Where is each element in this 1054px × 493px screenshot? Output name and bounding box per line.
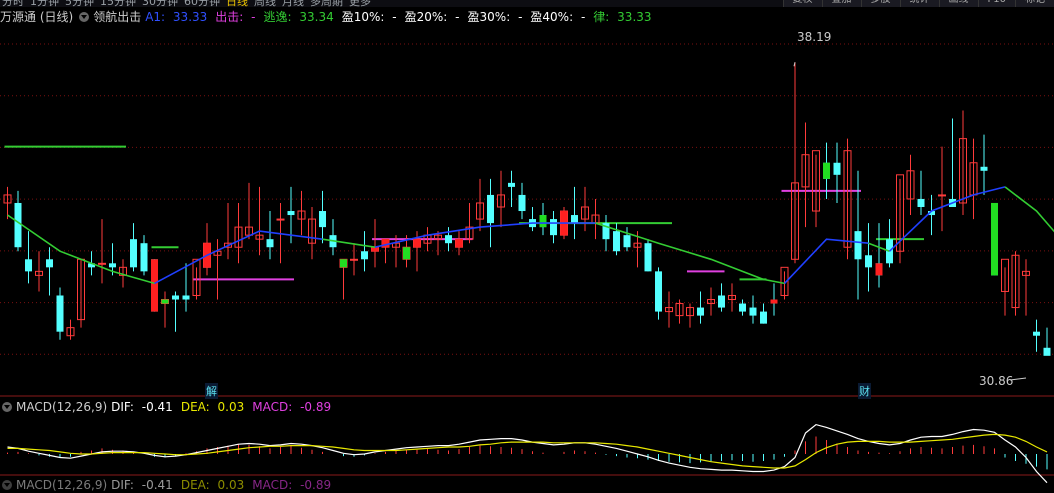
candle-body [886, 239, 893, 264]
macd-dropdown-icon[interactable] [2, 402, 12, 412]
dea-label: DEA: 0.03 [181, 400, 248, 414]
macd2-dif-value: -0.41 [141, 478, 173, 492]
ma_green_3 [595, 222, 785, 285]
candle-body [697, 307, 704, 316]
candle-body [760, 311, 767, 324]
macd-header-secondary: MACD(12,26,9) DIF: -0.41 DEA: 0.03 MACD:… [0, 477, 1054, 493]
signal-candle [161, 299, 169, 304]
macd-name[interactable]: MACD(12,26,9) [16, 400, 107, 414]
candle-body [319, 211, 326, 228]
candle-body [749, 307, 757, 316]
dif-key: DIF: [111, 400, 134, 414]
macd-value-label: MACD: -0.89 [252, 400, 335, 414]
dif-label: DIF: -0.41 [111, 400, 177, 414]
candle-body [1043, 347, 1051, 356]
macd2-dropdown-icon[interactable] [2, 480, 12, 490]
macd2-macd: MACD: -0.89 [252, 478, 335, 492]
dea-value: 0.03 [217, 400, 245, 414]
candle-body [445, 235, 452, 244]
event-marker-cai[interactable]: 财 [858, 383, 871, 399]
high-price-label: 38.19 [797, 30, 832, 44]
candle-body [130, 239, 137, 268]
event-marker-jie[interactable]: 解 [205, 383, 218, 399]
candle-body [833, 162, 841, 175]
candle-body [644, 243, 652, 272]
candle-body [508, 182, 515, 187]
candle-body [518, 194, 526, 212]
candle-body [623, 235, 631, 248]
candle-body [1033, 331, 1040, 336]
candle-body [718, 295, 725, 308]
candle-body [938, 194, 946, 197]
signal-candle [403, 247, 410, 260]
candle-body [655, 271, 662, 312]
candle-body [550, 219, 557, 236]
dea-key: DEA: [180, 400, 210, 414]
signal-candle [371, 247, 379, 252]
candle-body [917, 198, 925, 207]
dif-value: -0.41 [141, 400, 173, 414]
candle-body [854, 231, 862, 260]
low-price-label: 30.86 [979, 374, 1014, 388]
candle-body [287, 211, 295, 216]
macd2-dif: DIF: -0.41 [111, 478, 177, 492]
signal-candle [455, 239, 463, 248]
candle-body [276, 218, 285, 221]
candle-body [739, 303, 746, 312]
candle-body [980, 166, 988, 171]
macd2-macd-value: -0.89 [300, 478, 332, 492]
signal-candle [340, 259, 347, 268]
dea-line [7, 433, 1048, 469]
candle-body [98, 262, 106, 265]
macd2-dea: DEA: 0.03 [181, 478, 248, 492]
candle-body [182, 295, 190, 300]
macd2-dea-value: 0.03 [217, 478, 245, 492]
signal-candle [539, 215, 547, 228]
macd2-dea-key: DEA: [180, 478, 210, 492]
candle-body [56, 295, 64, 332]
candle-body [487, 194, 494, 224]
signal-candle [823, 162, 830, 179]
macd2-name[interactable]: MACD(12,26,9) [16, 478, 107, 492]
signal-candle [770, 299, 778, 304]
candle-body [266, 239, 274, 248]
candle-body [109, 263, 116, 268]
candle-body [865, 255, 872, 268]
signal-candle [875, 263, 883, 276]
candle-body [46, 259, 53, 268]
ma_green_5 [1004, 186, 1054, 233]
candle-body [571, 215, 578, 224]
signal-candle [151, 259, 158, 312]
macd-value: -0.89 [300, 400, 332, 414]
candle-body [14, 202, 22, 248]
macd-key: MACD: [252, 400, 293, 414]
macd-header: MACD(12,26,9) DIF: -0.41 DEA: 0.03 MACD:… [0, 399, 1054, 415]
candle-body [350, 258, 358, 261]
candle-body [25, 259, 32, 272]
candle-body [361, 251, 368, 260]
candle-body [172, 295, 179, 300]
macd2-macd-key: MACD: [252, 478, 293, 492]
signal-candle [413, 239, 421, 248]
candle-body [613, 231, 620, 252]
signal-candle [991, 202, 998, 276]
macd2-dif-key: DIF: [111, 478, 134, 492]
candle-body [140, 243, 148, 272]
